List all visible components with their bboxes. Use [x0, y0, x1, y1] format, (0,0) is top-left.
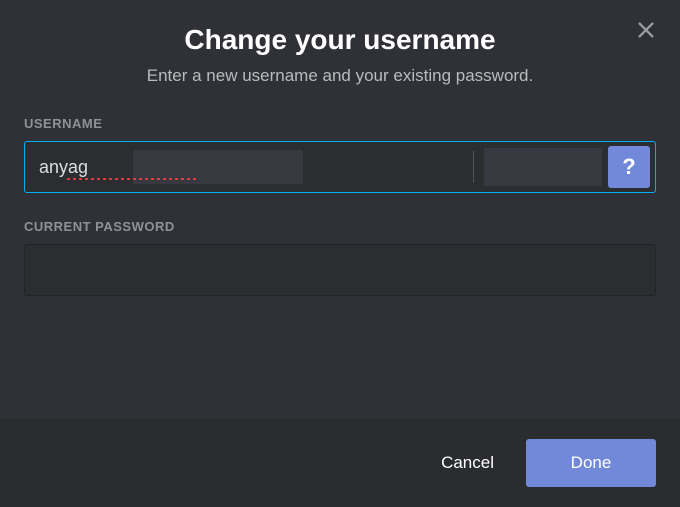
username-wrap [25, 142, 469, 192]
field-divider [473, 151, 474, 183]
form-body: USERNAME ? CURRENT PASSWORD [0, 116, 680, 419]
password-label: CURRENT PASSWORD [24, 219, 656, 234]
username-field-group: ? [24, 141, 656, 193]
modal-title: Change your username [24, 24, 656, 56]
username-label: USERNAME [24, 116, 656, 131]
change-username-modal: Change your username Enter a new usernam… [0, 0, 680, 507]
help-button[interactable]: ? [608, 146, 650, 188]
close-icon [635, 19, 657, 41]
modal-footer: Cancel Done [0, 419, 680, 507]
question-icon: ? [622, 154, 635, 180]
modal-subtitle: Enter a new username and your existing p… [24, 66, 656, 86]
close-button[interactable] [634, 18, 658, 42]
done-button[interactable]: Done [526, 439, 656, 487]
username-input[interactable] [25, 142, 469, 192]
password-input[interactable] [24, 244, 656, 296]
modal-header: Change your username Enter a new usernam… [0, 0, 680, 116]
discriminator-field[interactable] [484, 148, 602, 186]
cancel-button[interactable]: Cancel [433, 443, 502, 483]
